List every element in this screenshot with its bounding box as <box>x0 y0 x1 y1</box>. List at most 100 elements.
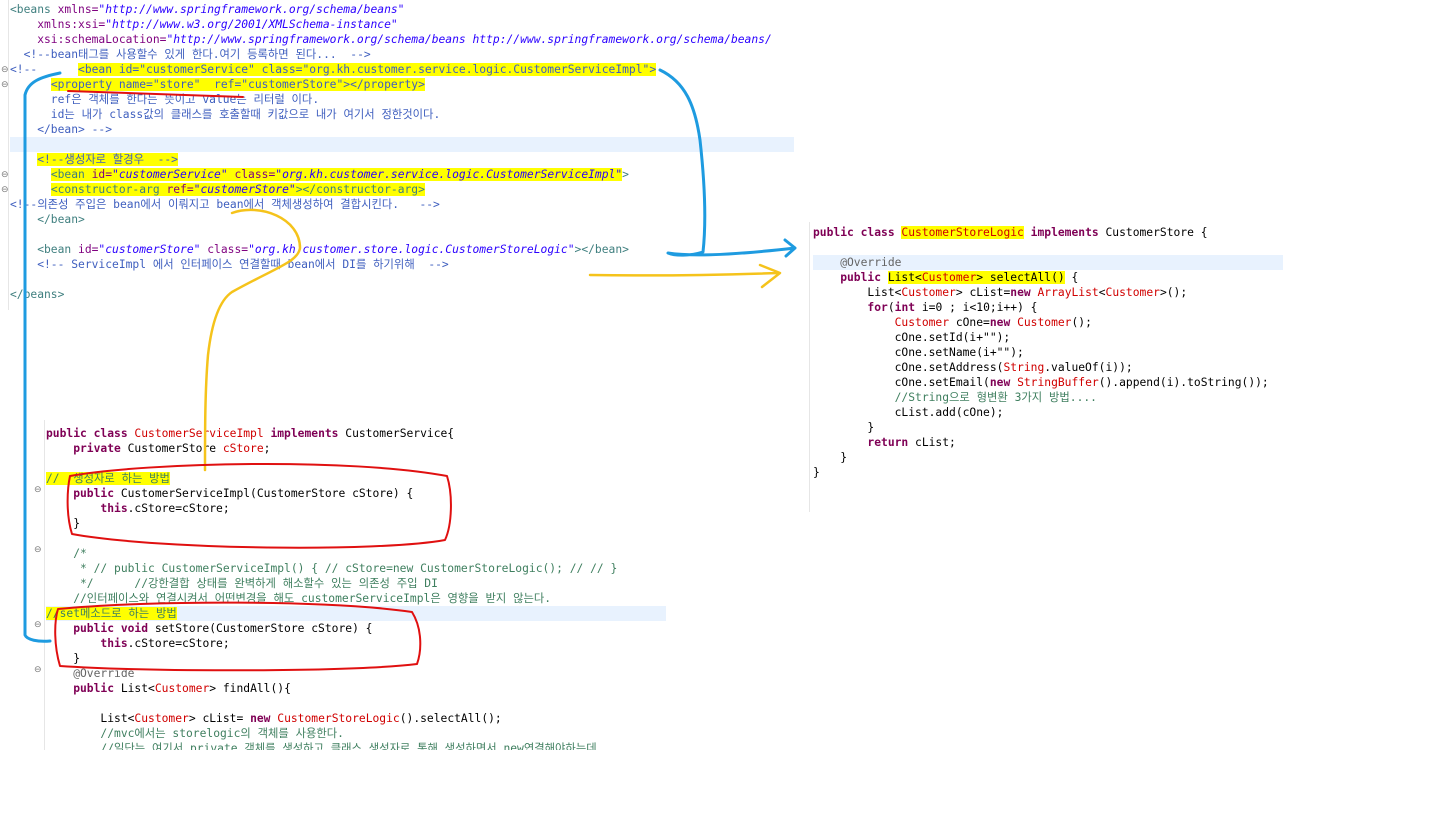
code-line[interactable]: public CustomerServiceImpl(CustomerStore… <box>46 486 413 501</box>
code-line[interactable]: List<Customer> cList=new ArrayList<Custo… <box>813 285 1187 300</box>
code-line[interactable]: </bean> <box>10 212 85 227</box>
code-line[interactable]: this.cStore=cStore; <box>46 636 229 651</box>
code-line[interactable]: <!--bean태그를 사용할수 있게 한다.여기 등록하면 된다... --> <box>10 47 371 62</box>
code-line[interactable]: } <box>46 516 80 531</box>
code-token: CustomerStoreLogic <box>901 226 1024 239</box>
code-line[interactable]: cOne.setAddress(String.valueOf(i)); <box>813 360 1133 375</box>
code-token: StringBuffer <box>1017 376 1099 389</box>
code-line[interactable]: return cList; <box>813 435 955 450</box>
code-line[interactable]: <!-- ServiceImpl 에서 인터페이스 연결할때 bean에서 DI… <box>10 257 449 272</box>
service-impl-editor-panel[interactable]: public class CustomerServiceImpl impleme… <box>30 420 670 750</box>
code-token: cOne.setAddress( <box>813 361 1004 374</box>
store-logic-editor-panel[interactable]: public class CustomerStoreLogic implemen… <box>805 222 1285 512</box>
code-line[interactable]: public void setStore(CustomerStore cStor… <box>46 621 372 636</box>
code-line[interactable]: <!-- <bean id="customerService" class="o… <box>10 62 657 77</box>
fold-toggle-icon[interactable]: ⊖ <box>1 185 9 195</box>
code-token: cOne.setName(i+""); <box>813 346 1024 359</box>
code-token: ().append(i).toString()); <box>1098 376 1269 389</box>
code-token: <bean id="customerService" class="org.kh… <box>78 63 657 76</box>
code-line[interactable]: } <box>813 450 847 465</box>
code-line[interactable]: <bean id="customerService" class="org.kh… <box>10 167 629 182</box>
code-token: cOne.setId(i+""); <box>813 331 1011 344</box>
code-line[interactable]: cOne.setId(i+""); <box>813 330 1011 345</box>
code-line[interactable]: /* <box>46 546 87 561</box>
code-line[interactable]: </beans> <box>10 287 64 302</box>
code-token: <!--생성자로 할경우 --> <box>37 153 178 166</box>
fold-toggle-icon[interactable]: ⊖ <box>34 665 42 675</box>
code-line[interactable]: </bean> --> <box>10 122 112 137</box>
code-line[interactable]: cList.add(cOne); <box>813 405 1004 420</box>
code-line[interactable]: //mvc에서는 storelogic의 객체를 사용한다. <box>46 726 344 741</box>
code-token: <!-- <box>10 63 79 76</box>
code-line[interactable]: <beans xmlns="http://www.springframework… <box>10 2 404 17</box>
code-line[interactable]: cOne.setName(i+""); <box>813 345 1024 360</box>
code-line[interactable]: ref은 객체를 한다는 뜻이고 value는 리터럴 이다. <box>10 92 319 107</box>
code-line[interactable]: <constructor-arg ref="customerStore"></c… <box>10 182 425 197</box>
code-line[interactable]: <!--생성자로 할경우 --> <box>10 152 178 167</box>
code-token: Customer <box>921 271 977 284</box>
code-token: } <box>813 451 848 464</box>
code-token: CustomerService{ <box>345 427 455 440</box>
code-line[interactable]: //String으로 형변환 3가지 방법.... <box>813 390 1097 405</box>
fold-toggle-icon[interactable]: ⊖ <box>34 620 42 630</box>
code-line[interactable]: private CustomerStore cStore; <box>46 441 270 456</box>
code-line[interactable]: <bean id="customerStore" class="org.kh.c… <box>10 242 629 257</box>
code-line[interactable]: List<Customer> cList= new CustomerStoreL… <box>46 711 501 726</box>
code-line[interactable]: public class CustomerServiceImpl impleme… <box>46 426 454 441</box>
code-token: } <box>46 652 81 665</box>
code-token: //인터페이스와 연결시켜서 어떤변경을 해도 customerServiceI… <box>46 592 552 605</box>
code-line[interactable]: cOne.setEmail(new StringBuffer().append(… <box>813 375 1269 390</box>
code-line[interactable]: //set메소드로 하는 방법 <box>46 606 666 621</box>
code-line[interactable]: // 생성자로 하는 방법 <box>46 471 170 486</box>
code-line[interactable]: for(int i=0 ; i<10;i++) { <box>813 300 1037 315</box>
code-token: >(); <box>1159 286 1188 299</box>
fold-toggle-icon[interactable]: ⊖ <box>34 545 42 555</box>
code-token: id= <box>91 168 113 181</box>
code-token: > cList= <box>188 712 251 725</box>
code-token: //일단는 여기서 private 객체를 생성하고 클래스 생성자로 통해 생… <box>46 742 597 750</box>
xml-editor-panel[interactable]: <beans xmlns="http://www.springframework… <box>0 0 800 310</box>
code-token: cOne.setEmail( <box>813 376 990 389</box>
code-line[interactable]: //일단는 여기서 private 객체를 생성하고 클래스 생성자로 통해 생… <box>46 741 597 750</box>
code-token: this <box>46 637 128 650</box>
code-token: i=0 ; i<10;i++) { <box>921 301 1038 314</box>
code-line[interactable]: this.cStore=cStore; <box>46 501 229 516</box>
code-token: CustomerServiceImpl(CustomerStore cStore… <box>120 487 414 500</box>
code-token: //mvc에서는 storelogic의 객체를 사용한다. <box>46 727 344 740</box>
code-line[interactable]: } <box>46 651 80 666</box>
code-token: Customer <box>1017 316 1072 329</box>
code-line[interactable]: */ //강한결합 상태를 완벽하게 해소할수 있는 의존성 주입 DI <box>46 576 438 591</box>
code-line[interactable]: @Override <box>813 255 1283 270</box>
code-line[interactable]: <!--의존성 주입은 bean에서 이뤄지고 bean에서 객체생성하여 결합… <box>10 197 440 212</box>
code-token: ref은 객체를 한다는 뜻이고 value는 리터럴 이다. <box>10 93 320 106</box>
code-token: CustomerServiceImpl <box>134 427 264 440</box>
fold-toggle-icon[interactable]: ⊖ <box>1 80 9 90</box>
code-token: <!-- ServiceImpl 에서 인터페이스 연결할때 bean에서 DI… <box>10 258 449 271</box>
code-token: public class <box>46 427 135 440</box>
code-line[interactable] <box>10 137 794 152</box>
code-line[interactable]: @Override <box>46 666 134 681</box>
fold-toggle-icon[interactable]: ⊖ <box>34 485 42 495</box>
code-token: <bean <box>50 168 92 181</box>
code-line[interactable]: <property name="store" ref="customerStor… <box>10 77 425 92</box>
code-line[interactable]: public class CustomerStoreLogic implemen… <box>813 225 1208 240</box>
code-line[interactable]: //인터페이스와 연결시켜서 어떤변경을 해도 customerServiceI… <box>46 591 551 606</box>
code-line[interactable]: public List<Customer> selectAll() { <box>813 270 1078 285</box>
code-token: Customer <box>901 286 956 299</box>
code-line[interactable]: } <box>813 465 820 480</box>
code-line[interactable]: id는 내가 class값의 클래스를 호출할때 키값으로 내가 여기서 정한것… <box>10 107 440 122</box>
code-line[interactable]: } <box>813 420 874 435</box>
code-line[interactable]: xmlns:xsi="http://www.w3.org/2001/XMLSch… <box>10 17 397 32</box>
code-line[interactable]: Customer cOne=new Customer(); <box>813 315 1092 330</box>
fold-toggle-icon[interactable]: ⊖ <box>1 65 9 75</box>
code-line[interactable]: * // public CustomerServiceImpl() { // c… <box>46 561 617 576</box>
fold-toggle-icon[interactable]: ⊖ <box>1 170 9 180</box>
code-line[interactable]: xsi:schemaLocation="http://www.springfra… <box>10 32 772 47</box>
code-token: @Override <box>813 256 902 269</box>
code-token: */ //강한결합 상태를 완벽하게 해소할수 있는 의존성 주입 DI <box>46 577 438 590</box>
code-token: Customer <box>813 316 956 329</box>
code-token: { <box>1064 271 1079 284</box>
code-line[interactable]: public List<Customer> findAll(){ <box>46 681 291 696</box>
